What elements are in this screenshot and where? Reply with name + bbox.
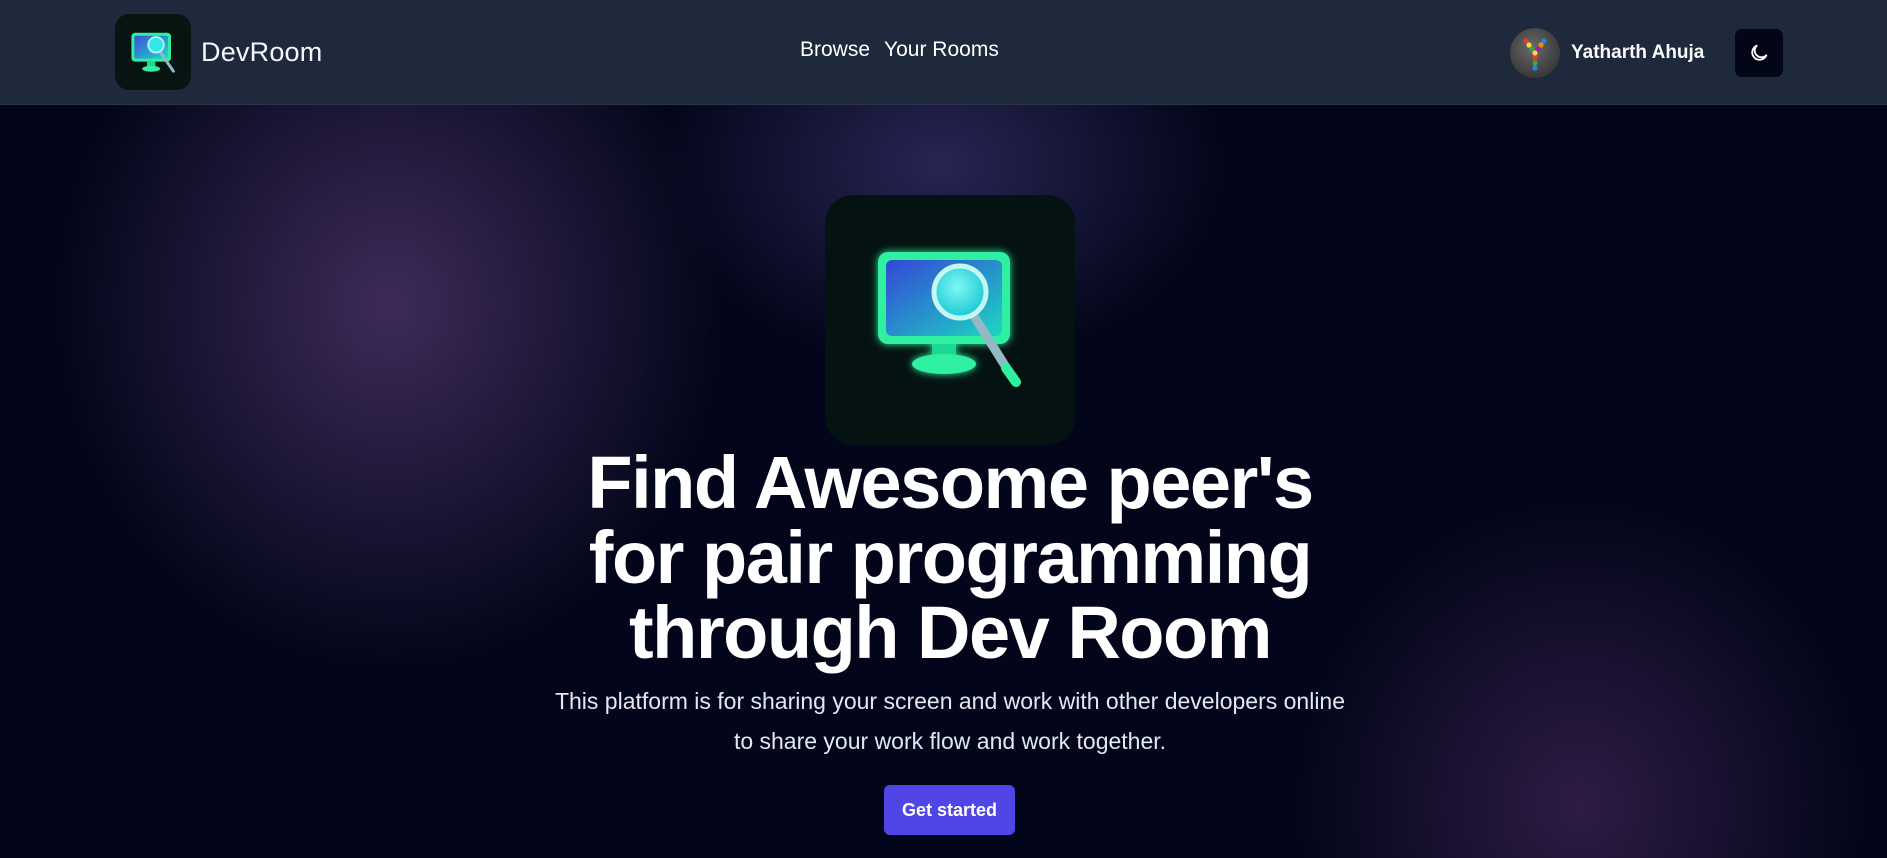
user-name: Yatharth Ahuja [1571, 42, 1705, 63]
theme-toggle-button[interactable] [1735, 29, 1783, 77]
hero-title-line: for pair programming [588, 516, 1313, 599]
avatar [1510, 28, 1560, 78]
brand-name: DevRoom [201, 36, 323, 67]
hero-description: This platform is for sharing your screen… [500, 681, 1400, 761]
brand-home-link[interactable]: DevRoom [115, 14, 322, 90]
main-nav: Browse Your Rooms [800, 38, 999, 62]
moon-icon [1751, 44, 1768, 61]
hero-title: Find Awesome peer's for pair programming… [500, 445, 1400, 670]
hero-title-line: through Dev Room [629, 591, 1272, 674]
user-menu[interactable]: Yatharth Ahuja [1510, 28, 1704, 78]
avatar-y-icon [1523, 38, 1547, 71]
hero-description-line: to share your work flow and work togethe… [733, 728, 1167, 754]
hero-title-line: Find Awesome peer's [587, 441, 1314, 524]
nav-link-browse[interactable]: Browse [800, 38, 870, 62]
devroom-logo-icon [115, 14, 191, 90]
top-navbar: DevRoom Browse Your Rooms Yatharth Ahuja [0, 0, 1887, 105]
nav-link-your-rooms[interactable]: Your Rooms [884, 38, 999, 62]
hero-section: Find Awesome peer's for pair programming… [0, 105, 1887, 858]
hero-description-line: This platform is for sharing your screen… [554, 688, 1346, 714]
hero-logo-icon [825, 195, 1075, 445]
get-started-button[interactable]: Get started [884, 785, 1015, 835]
